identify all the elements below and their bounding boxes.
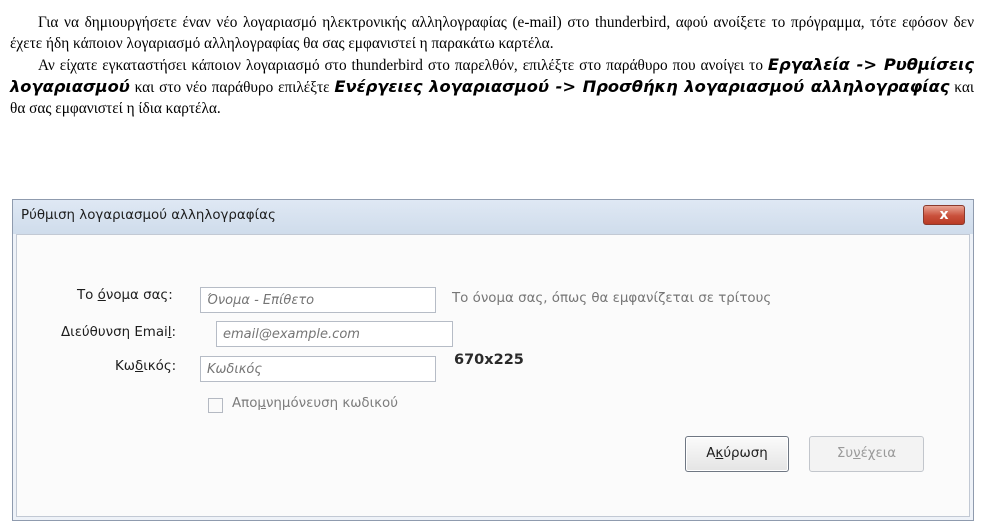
name-hint: Το όνομα σας, όπως θα εμφανίζεται σε τρί… — [452, 291, 772, 306]
continue-label-accesskey: ν — [853, 446, 861, 461]
name-label-pre: Το — [77, 288, 98, 303]
remember-label-accesskey: μ — [257, 396, 266, 411]
mail-account-setup-dialog: Ρύθμιση λογαριασμού αλληλογραφίας x Το ό… — [12, 199, 974, 521]
paragraph-2: Αν είχατε εγκαταστήσει κάποιον λογαριασμ… — [10, 54, 974, 119]
remember-label-pre: Απο — [232, 396, 258, 411]
name-label-post: νομα σας: — [105, 288, 173, 303]
password-label-pre: Κω — [115, 359, 135, 374]
name-label: Το όνομα σας: — [77, 288, 173, 303]
continue-label-post: έχεια — [860, 446, 897, 461]
name-label-accesskey: ό — [97, 288, 106, 303]
paragraph-2-text-c: και στο νέο παράθυρο επιλέξτε — [129, 79, 335, 96]
close-icon: x — [939, 207, 949, 223]
email-label-pre: Διεύθυνση Emai — [61, 325, 168, 340]
password-input[interactable] — [200, 356, 436, 382]
remember-password-label[interactable]: Απομνημόνευση κωδικού — [232, 396, 398, 411]
continue-label-pre: Συ — [836, 446, 854, 461]
remember-password-checkbox[interactable] — [208, 398, 223, 413]
password-label-accesskey: δ — [135, 359, 144, 374]
name-input[interactable] — [200, 287, 436, 313]
email-input[interactable] — [216, 321, 453, 347]
email-label-post: : — [171, 325, 177, 340]
dimensions-overlay-text: 670x225 — [454, 352, 524, 368]
menu-path-add-mail-account: Ενέργειες λογαριασμού -> Προσθήκη λογαρι… — [334, 77, 950, 96]
close-button[interactable]: x — [923, 205, 965, 225]
password-label-post: ικός: — [143, 359, 177, 374]
cancel-label-post: ύρωση — [723, 446, 768, 461]
dialog-content: Το όνομα σας: Το όνομα σας, όπως θα εμφα… — [16, 234, 970, 517]
paragraph-2-text-a: Αν είχατε εγκαταστήσει κάποιον λογαριασμ… — [38, 57, 768, 74]
email-label: Διεύθυνση Email: — [61, 325, 176, 340]
password-label: Κωδικός: — [115, 359, 176, 374]
dialog-title: Ρύθμιση λογαριασμού αλληλογραφίας — [21, 208, 276, 223]
remember-label-post: νημόνευση κωδικού — [265, 396, 398, 411]
dialog-titlebar[interactable]: Ρύθμιση λογαριασμού αλληλογραφίας x — [13, 200, 973, 234]
continue-button[interactable]: Συνέχεια — [809, 436, 924, 472]
document-text: Για να δημιουργήσετε έναν νέο λογαριασμό… — [10, 12, 974, 119]
paragraph-1: Για να δημιουργήσετε έναν νέο λογαριασμό… — [10, 14, 974, 52]
cancel-button[interactable]: Ακύρωση — [685, 436, 789, 472]
